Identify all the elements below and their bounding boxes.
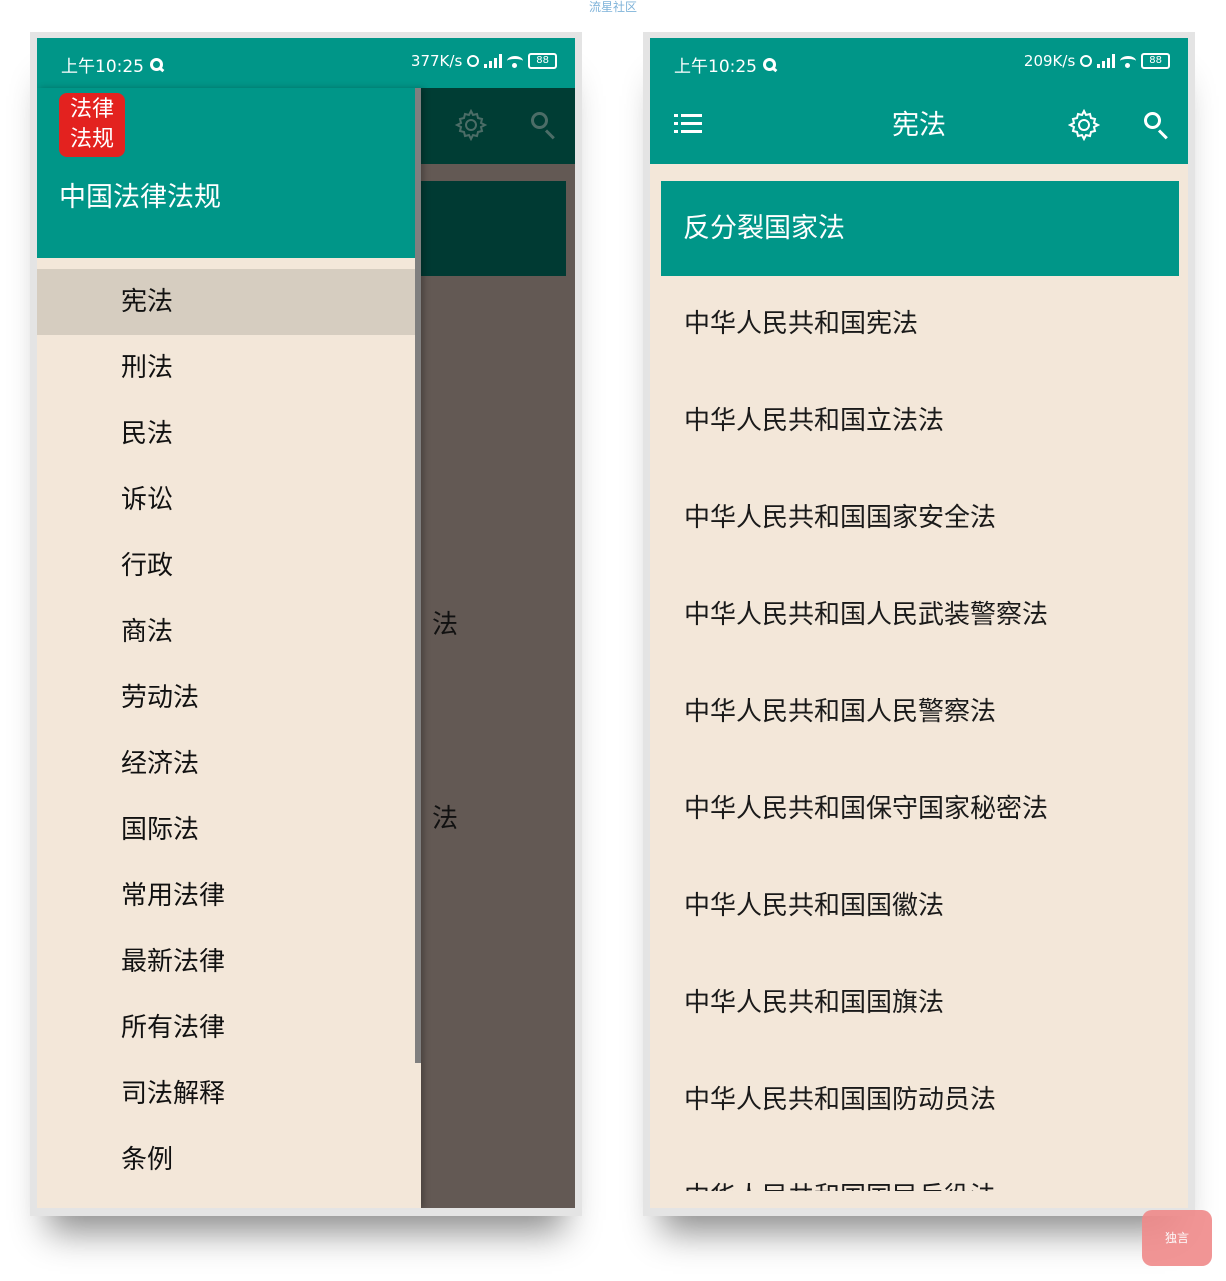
background-text-fragment: 法 [432,610,459,640]
phone-frame-right: 上午10:25 209K/s 88 宪法 反分裂国家法 中华人民共和国宪法 中华… [643,32,1195,1216]
page-title: 宪法 [892,110,946,141]
logo-line: 法规 [69,127,114,152]
status-time: 上午10:25 [61,57,144,77]
list-item[interactable]: 中华人民共和国国防动员法 [661,1052,1179,1149]
drawer-item-xingfa[interactable]: 刑法 [37,335,421,401]
list-item[interactable]: 中华人民共和国国家安全法 [661,470,1179,567]
drawer-item-changyong[interactable]: 常用法律 [37,863,421,929]
notification-icon [150,58,163,71]
signal-icon [1097,54,1116,68]
list-item[interactable]: 中华人民共和国立法法 [661,373,1179,470]
status-bar: 上午10:25 209K/s 88 [650,38,1188,88]
background-text-fragment: 法 [432,804,459,834]
drawer-item-laodongfa[interactable]: 劳动法 [37,665,421,731]
list-item[interactable]: 中华人民共和国宪法 [661,276,1179,373]
list-item[interactable]: 中华人民共和国国旗法 [661,955,1179,1052]
list-item[interactable]: 中华人民共和国保守国家秘密法 [661,761,1179,858]
navigation-drawer[interactable]: 法律 法规 中国法律法规 宪法 刑法 民法 诉讼 行政 商法 劳动法 经济法 国… [37,88,421,1208]
network-speed: 377K/s [410,52,463,70]
list-item[interactable]: 中华人民共和国人民武装警察法 [661,567,1179,664]
screen-left: 法 法 上午10:25 377K/s 88 法律 法规 中国法律法规 宪法 刑法… [37,38,575,1208]
drawer-item-suoyou[interactable]: 所有法律 [37,995,421,1061]
drawer-item-shangfa[interactable]: 商法 [37,599,421,665]
app-bar: 宪法 [650,88,1188,164]
search-icon[interactable] [1144,112,1170,140]
drawer-item-jingjifa[interactable]: 经济法 [37,731,421,797]
status-bar: 上午10:25 377K/s 88 [37,38,575,88]
list-item[interactable]: 中华人民共和国国徽法 [661,858,1179,955]
drawer-item-xingzheng[interactable]: 行政 [37,533,421,599]
drawer-header: 法律 法规 中国法律法规 [37,88,421,258]
gear-icon [454,108,488,142]
gear-icon[interactable] [1067,108,1101,142]
wifi-icon [1120,56,1137,68]
signal-icon [484,54,503,68]
drawer-menu: 宪法 刑法 民法 诉讼 行政 商法 劳动法 经济法 国际法 常用法律 最新法律 … [37,269,421,1193]
notification-icon [763,58,776,71]
drawer-item-susong[interactable]: 诉讼 [37,467,421,533]
drawer-item-minfa[interactable]: 民法 [37,401,421,467]
floating-button[interactable]: 独言 [1142,1210,1212,1266]
drawer-item-sifajieshi[interactable]: 司法解释 [37,1061,421,1127]
phone-frame-left: 法 法 上午10:25 377K/s 88 法律 法规 中国法律法规 宪法 刑法… [30,32,582,1216]
drawer-item-tiaoli[interactable]: 条例 [37,1127,421,1193]
logo-line: 法律 [69,97,114,122]
drawer-item-zuixin[interactable]: 最新法律 [37,929,421,995]
watermark: 流星社区 [588,0,637,14]
app-logo: 法律 法规 [59,93,125,157]
search-icon [531,112,557,140]
status-time: 上午10:25 [674,57,757,77]
drawer-item-guojifa[interactable]: 国际法 [37,797,421,863]
alarm-icon [1080,55,1093,67]
alarm-icon [467,55,480,67]
drawer-app-title: 中国法律法规 [59,182,221,213]
list-header[interactable]: 反分裂国家法 [661,181,1179,276]
drawer-item-xianfa[interactable]: 宪法 [37,269,421,335]
battery-icon: 88 [528,53,557,69]
list-item[interactable]: 中华人民共和国国民兵役法 [661,1149,1179,1191]
wifi-icon [507,56,524,68]
list-item[interactable]: 中华人民共和国人民警察法 [661,664,1179,761]
drawer-scrollbar[interactable] [415,88,421,1063]
network-speed: 209K/s [1023,52,1076,70]
screen-right: 上午10:25 209K/s 88 宪法 反分裂国家法 中华人民共和国宪法 中华… [650,38,1188,1208]
law-list: 反分裂国家法 中华人民共和国宪法 中华人民共和国立法法 中华人民共和国国家安全法… [661,181,1179,1191]
battery-icon: 88 [1141,53,1170,69]
